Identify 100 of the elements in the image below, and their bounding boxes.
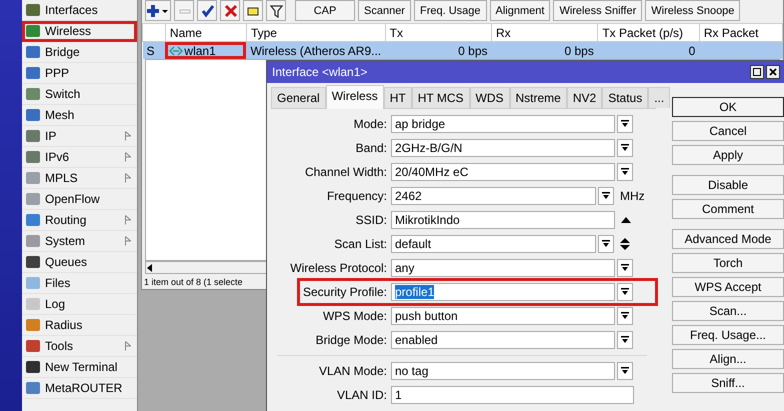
- dialog-button[interactable]: Disable: [672, 175, 784, 195]
- sidebar-item[interactable]: Files: [22, 273, 137, 294]
- dropdown-button[interactable]: [598, 235, 614, 253]
- dialog-button[interactable]: Torch: [672, 253, 784, 273]
- toolbar-button[interactable]: Wireless Snoope: [645, 0, 740, 21]
- dialog-button[interactable]: Align...: [672, 349, 784, 369]
- add-button[interactable]: [145, 0, 171, 21]
- sidebar-item[interactable]: Queues: [22, 252, 137, 273]
- sidebar-item[interactable]: Interfaces: [22, 0, 137, 21]
- dialog-button[interactable]: OK: [672, 97, 784, 117]
- toolbar-button[interactable]: Freq. Usage: [414, 0, 487, 21]
- dropdown-field[interactable]: profile1: [391, 283, 615, 301]
- tab[interactable]: Nstreme: [510, 87, 567, 108]
- sidebar-item[interactable]: Routing: [22, 210, 137, 231]
- wireless-interface-icon: [169, 46, 184, 56]
- dialog-button[interactable]: Cancel: [672, 121, 784, 141]
- tab[interactable]: Status: [602, 87, 648, 108]
- filter-button[interactable]: [266, 0, 286, 21]
- sidebar-item[interactable]: Tools: [22, 336, 137, 357]
- dropdown-button[interactable]: [598, 187, 614, 205]
- field-label: Band:: [354, 141, 388, 155]
- disable-button[interactable]: [220, 0, 240, 21]
- column-header[interactable]: Rx: [492, 24, 598, 42]
- toolbar-button[interactable]: Scanner: [358, 0, 411, 21]
- menu-icon: [26, 319, 40, 331]
- comment-button[interactable]: [243, 0, 263, 21]
- dropdown-field[interactable]: any: [391, 259, 615, 277]
- dropdown-field[interactable]: ap bridge: [391, 115, 615, 133]
- maximize-button[interactable]: [750, 65, 764, 79]
- column-header[interactable]: Tx: [385, 24, 492, 42]
- sidebar-item[interactable]: Wireless: [22, 21, 137, 42]
- dialog-button[interactable]: Advanced Mode: [672, 229, 784, 249]
- dropdown-arrow-icon: [621, 367, 629, 375]
- dropdown-button[interactable]: [617, 259, 633, 277]
- menu-icon: [26, 4, 40, 16]
- column-header[interactable]: Tx Packet (p/s): [598, 24, 700, 42]
- sidebar-item[interactable]: Switch: [22, 84, 137, 105]
- field-label: Wireless Protocol:: [289, 261, 388, 275]
- dropdown-field[interactable]: enabled: [391, 331, 615, 349]
- table-cell: 0 bps: [385, 42, 492, 59]
- menu-icon: [26, 67, 40, 79]
- sidebar-item[interactable]: OpenFlow: [22, 189, 137, 210]
- input-field[interactable]: MikrotikIndo: [391, 211, 615, 229]
- up-down-icon[interactable]: [620, 238, 630, 250]
- scroll-left-icon[interactable]: [146, 264, 154, 272]
- sidebar-item[interactable]: Mesh: [22, 105, 137, 126]
- sidebar-item[interactable]: Radius: [22, 315, 137, 336]
- dropdown-field[interactable]: 2462: [391, 187, 596, 205]
- tab[interactable]: NV2: [566, 87, 602, 108]
- dropdown-field[interactable]: default: [391, 235, 596, 253]
- column-header[interactable]: Name: [165, 24, 246, 42]
- tab[interactable]: General: [271, 87, 326, 108]
- dropdown-button[interactable]: [617, 163, 633, 181]
- menu-icon: [26, 361, 40, 373]
- unit-label: MHz: [620, 189, 645, 203]
- input-field[interactable]: 1: [391, 386, 634, 404]
- menu-icon: [26, 46, 40, 58]
- dropdown-button[interactable]: [617, 331, 633, 349]
- tab[interactable]: WDS: [470, 87, 510, 108]
- column-header[interactable]: Type: [246, 24, 386, 42]
- dropdown-field[interactable]: 2GHz-B/G/N: [391, 139, 615, 157]
- column-header[interactable]: Rx Packet: [699, 24, 782, 42]
- dialog-button[interactable]: Scan...: [672, 301, 784, 321]
- menu-icon: [26, 382, 40, 394]
- close-button[interactable]: [766, 65, 780, 79]
- sidebar-item[interactable]: MPLS: [22, 168, 137, 189]
- field-label: Mode:: [352, 117, 388, 131]
- sidebar-item[interactable]: PPP: [22, 63, 137, 84]
- dialog-button[interactable]: WPS Accept: [672, 277, 784, 297]
- dropdown-button[interactable]: [617, 283, 633, 301]
- dialog-button[interactable]: Sniff...: [672, 373, 784, 393]
- toolbar-button[interactable]: Alignment: [490, 0, 550, 21]
- enable-button[interactable]: [197, 0, 217, 21]
- menu-icon: [26, 340, 40, 352]
- sidebar-item[interactable]: New Terminal: [22, 357, 137, 378]
- tab[interactable]: ...: [648, 87, 670, 108]
- tab[interactable]: HT: [384, 87, 412, 108]
- dialog-button[interactable]: Freq. Usage...: [672, 325, 784, 345]
- sidebar-item[interactable]: System: [22, 231, 137, 252]
- collapse-icon[interactable]: [621, 217, 631, 223]
- table-cell: Wireless (Atheros AR9...: [246, 42, 386, 59]
- dropdown-button[interactable]: [617, 115, 633, 133]
- tab[interactable]: HT MCS: [412, 87, 470, 108]
- dialog-button[interactable]: Apply: [672, 145, 784, 165]
- sidebar-item[interactable]: MetaROUTER: [22, 378, 137, 399]
- dropdown-button[interactable]: [617, 307, 633, 325]
- dialog-button[interactable]: Comment: [672, 199, 784, 219]
- dropdown-field[interactable]: push button: [391, 307, 615, 325]
- toolbar-button[interactable]: CAP: [295, 0, 355, 21]
- toolbar-button[interactable]: Wireless Sniffer: [553, 0, 642, 21]
- dropdown-field[interactable]: 20/40MHz eC: [391, 163, 615, 181]
- sidebar-item[interactable]: Bridge: [22, 42, 137, 63]
- dropdown-button[interactable]: [617, 362, 633, 380]
- dropdown-field[interactable]: no tag: [391, 362, 615, 380]
- sidebar-item[interactable]: Log: [22, 294, 137, 315]
- tab[interactable]: Wireless: [326, 85, 384, 109]
- filter-icon: [268, 4, 284, 18]
- dropdown-button[interactable]: [617, 139, 633, 157]
- sidebar-item[interactable]: IPv6: [22, 147, 137, 168]
- sidebar-item[interactable]: IP: [22, 126, 137, 147]
